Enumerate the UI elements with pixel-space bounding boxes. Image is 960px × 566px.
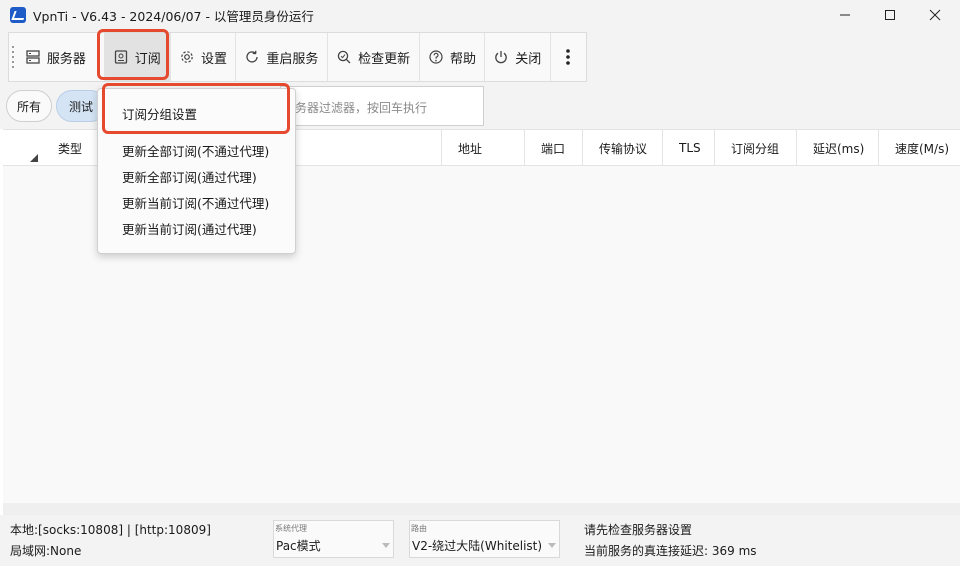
status-message: 请先检查服务器设置 [584,523,693,537]
lan-text: 局域网:None [10,544,82,558]
server-filter-input[interactable]: 务器过滤器，按回车执行 [280,86,484,126]
menu-item-update-all-no-proxy[interactable]: 更新全部订阅(不通过代理) [122,141,269,160]
close-window-button[interactable] [912,0,958,30]
filter-chip-all-label: 所有 [16,99,41,114]
column-subscription-group-label: 订阅分组 [731,141,780,156]
chevron-down-icon [548,543,556,548]
toolbar-grip[interactable] [9,33,17,81]
refresh-icon [246,50,258,63]
column-address[interactable]: 地址 [442,130,525,166]
column-address-label: 地址 [458,141,483,156]
menu-item-update-all-via-proxy[interactable]: 更新全部订阅(通过代理) [122,167,257,186]
minimize-icon [840,14,850,16]
restart-service-button[interactable]: 重启服务 [236,33,329,81]
filter-chip-all[interactable]: 所有 [6,90,52,122]
system-proxy-select[interactable]: 系统代理 Pac模式 [273,520,394,558]
maximize-button[interactable] [867,0,913,30]
more-vertical-icon [566,49,571,65]
app-logo-icon [10,7,26,23]
close-icon [929,9,941,21]
settings-label: 设置 [201,51,228,67]
menu-item-update-current-via-proxy[interactable]: 更新当前订阅(通过代理) [122,219,257,238]
menu-item-update-current-no-proxy[interactable]: 更新当前订阅(不通过代理) [122,193,269,212]
column-speed[interactable]: 速度(M/s) [879,130,960,166]
servers-label: 服务器 [46,51,86,67]
close-service-button[interactable]: 关闭 [485,33,551,81]
close-service-label: 关闭 [515,51,542,67]
column-transport[interactable]: 传输协议 [583,130,663,166]
system-proxy-caption: 系统代理 [275,524,307,533]
routing-select[interactable]: 路由 V2-绕过大陆(Whitelist) [409,520,560,558]
highlight-subscription-button [97,29,169,80]
window-title: VpnTi - V6.43 - 2024/06/07 - 以管理员身份运行 [33,9,314,24]
more-options-button[interactable] [551,33,586,81]
server-filter-placeholder: 务器过滤器，按回车执行 [295,101,428,115]
column-type-label: 类型 [58,141,83,156]
maximize-icon [885,10,895,20]
server-icon [26,50,40,64]
local-ports-text: 本地:[socks:10808] | [http:10809] [10,523,211,537]
column-subscription-group[interactable]: 订阅分组 [715,130,797,166]
toolbar: 服务器 订阅 设置 重启服务 检查更新 帮助 关闭 [8,32,587,82]
column-latency[interactable]: 延迟(ms) [797,130,879,166]
chevron-down-icon [382,543,390,548]
column-port[interactable]: 端口 [525,130,583,166]
help-icon [429,50,443,64]
restart-service-label: 重启服务 [266,51,319,67]
servers-button[interactable]: 服务器 [17,33,105,81]
gear-icon [181,51,193,63]
sort-indicator-icon[interactable] [30,154,38,162]
column-tls[interactable]: TLS [663,130,715,166]
check-update-label: 检查更新 [358,51,411,67]
help-button[interactable]: 帮助 [420,33,486,81]
title-bar: VpnTi - V6.43 - 2024/06/07 - 以管理员身份运行 [0,0,960,30]
magnifier-icon [337,50,351,64]
power-icon [495,51,508,64]
routing-caption: 路由 [411,524,427,533]
settings-button[interactable]: 设置 [171,33,237,81]
routing-value: V2-绕过大陆(Whitelist) [412,539,543,553]
column-latency-label: 延迟(ms) [813,141,865,156]
latency-text: 当前服务的真连接延迟: 369 ms [584,544,757,558]
column-speed-label: 速度(M/s) [895,141,950,156]
highlight-subscription-group-settings [102,83,290,134]
help-label: 帮助 [450,51,477,67]
filter-chip-test-label: 测试 [68,99,93,114]
column-port-label: 端口 [541,141,566,156]
system-proxy-value: Pac模式 [276,539,321,553]
column-tls-label: TLS [679,141,701,155]
column-transport-label: 传输协议 [599,141,648,156]
check-update-button[interactable]: 检查更新 [328,33,421,81]
horizontal-scrollbar[interactable] [3,503,960,515]
minimize-button[interactable] [822,0,868,30]
